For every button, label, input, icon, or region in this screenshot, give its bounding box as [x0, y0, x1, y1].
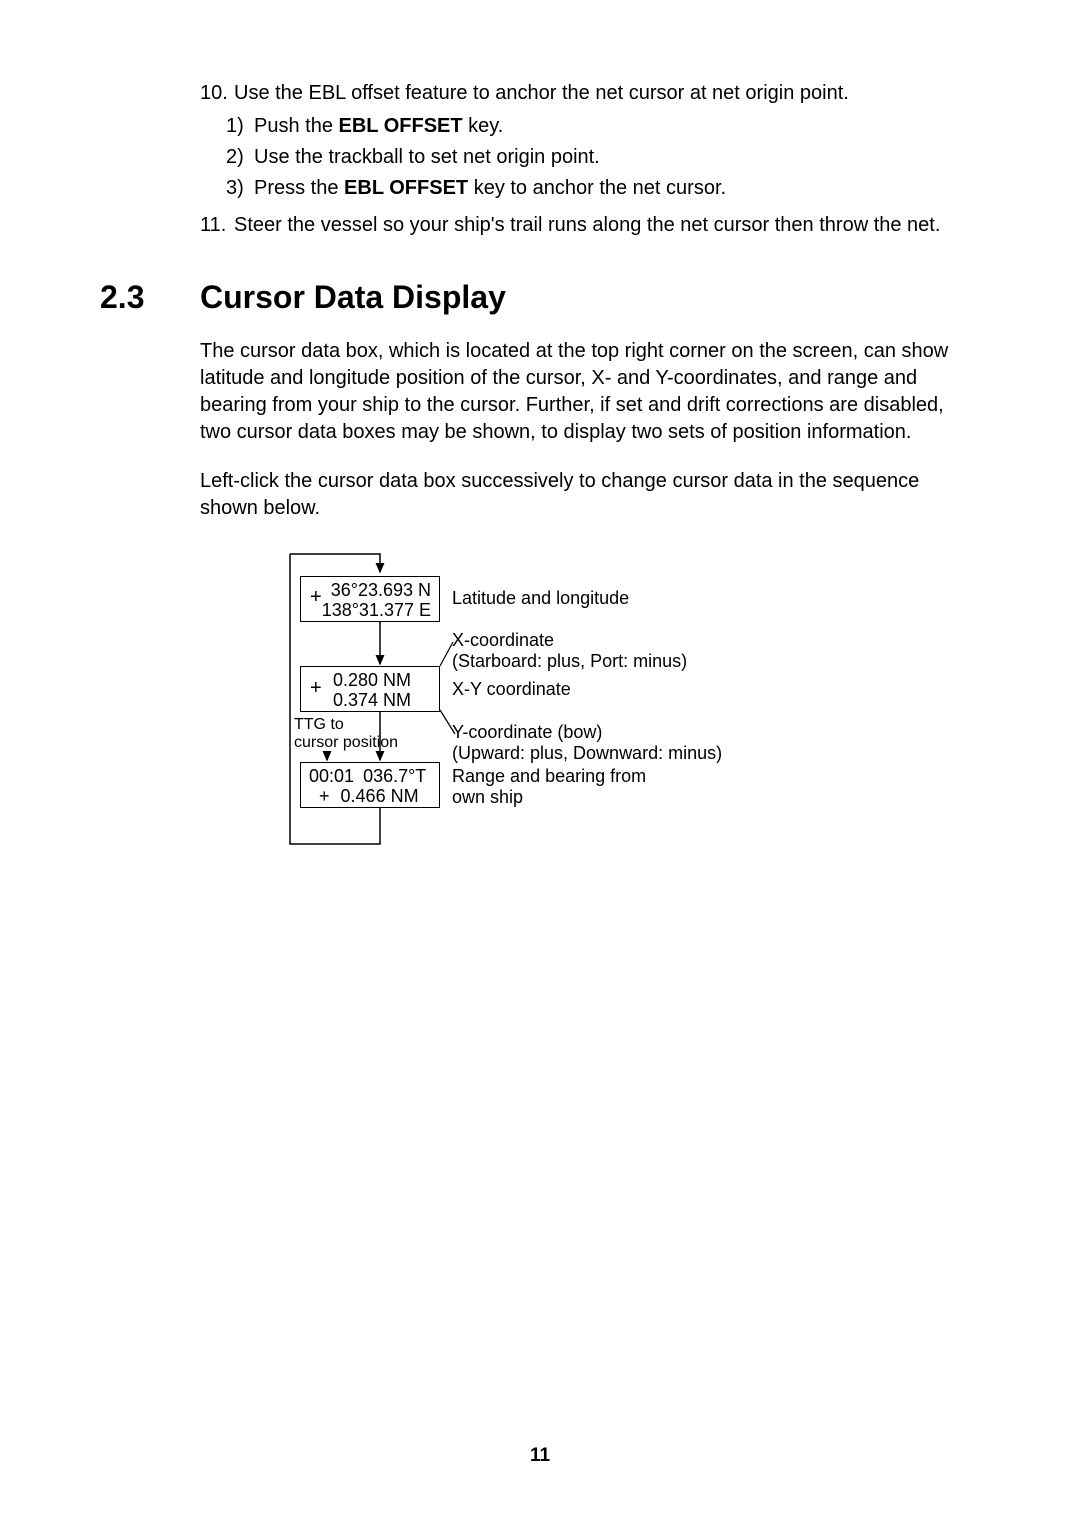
substep-text: Push the EBL OFFSET key.: [254, 113, 503, 140]
substep-text: Use the trackball to set net origin poin…: [254, 144, 600, 171]
cursor-data-diagram: 36°23.693 N 138°31.377 E + Latitude and …: [280, 544, 800, 864]
paragraph: Left-click the cursor data box successiv…: [200, 468, 980, 522]
page-number: 11: [0, 1445, 1080, 1467]
latlon-label: Latitude and longitude: [452, 588, 629, 609]
substep-3: 3) Press the EBL OFFSET key to anchor th…: [226, 175, 980, 202]
step-number: 11.: [200, 212, 234, 239]
y-value: 0.374 NM: [333, 691, 431, 711]
paragraph: The cursor data box, which is located at…: [200, 338, 980, 446]
substep-1: 1) Push the EBL OFFSET key.: [226, 113, 980, 140]
step-text: Use the EBL offset feature to anchor the…: [234, 80, 849, 107]
y-coordinate-label: Y-coordinate (bow) (Upward: plus, Downwa…: [452, 722, 722, 763]
step-number: 10.: [200, 80, 234, 107]
plus-icon: +: [310, 677, 322, 700]
plus-icon: +: [310, 586, 322, 609]
ttg-label: TTG to cursor position: [294, 716, 398, 753]
range-bearing-box: 00:01 036.7°T + 0.466 NM: [300, 762, 440, 808]
ttg-value: 00:01: [309, 766, 354, 786]
body-text: 10. Use the EBL offset feature to anchor…: [200, 80, 980, 239]
section-heading: 2.3 Cursor Data Display: [100, 279, 980, 316]
ebl-offset-key: EBL OFFSET: [344, 177, 468, 199]
latitude-value: 36°23.693 N: [309, 581, 431, 601]
ebl-offset-key: EBL OFFSET: [339, 115, 463, 137]
substep-number: 1): [226, 113, 254, 140]
step-text: Steer the vessel so your ship's trail ru…: [234, 212, 940, 239]
section-body: The cursor data box, which is located at…: [200, 338, 980, 864]
plus-icon: +: [309, 786, 330, 806]
step-10: 10. Use the EBL offset feature to anchor…: [200, 80, 980, 107]
range-bearing-label: Range and bearing from own ship: [452, 766, 646, 807]
xy-label: X-Y coordinate: [452, 679, 571, 700]
substep-number: 3): [226, 175, 254, 202]
section-title: Cursor Data Display: [200, 279, 506, 316]
substep-text: Press the EBL OFFSET key to anchor the n…: [254, 175, 726, 202]
x-coordinate-label: X-coordinate (Starboard: plus, Port: min…: [452, 630, 687, 671]
range-value: 0.466 NM: [335, 786, 419, 806]
longitude-value: 138°31.377 E: [309, 601, 431, 621]
page: 10. Use the EBL offset feature to anchor…: [0, 0, 1080, 1527]
substep-number: 2): [226, 144, 254, 171]
section-number: 2.3: [100, 279, 200, 316]
x-value: 0.280 NM: [333, 671, 431, 691]
bearing-value: 036.7°T: [359, 766, 426, 786]
step-11: 11. Steer the vessel so your ship's trai…: [200, 212, 980, 239]
substep-2: 2) Use the trackball to set net origin p…: [226, 144, 980, 171]
